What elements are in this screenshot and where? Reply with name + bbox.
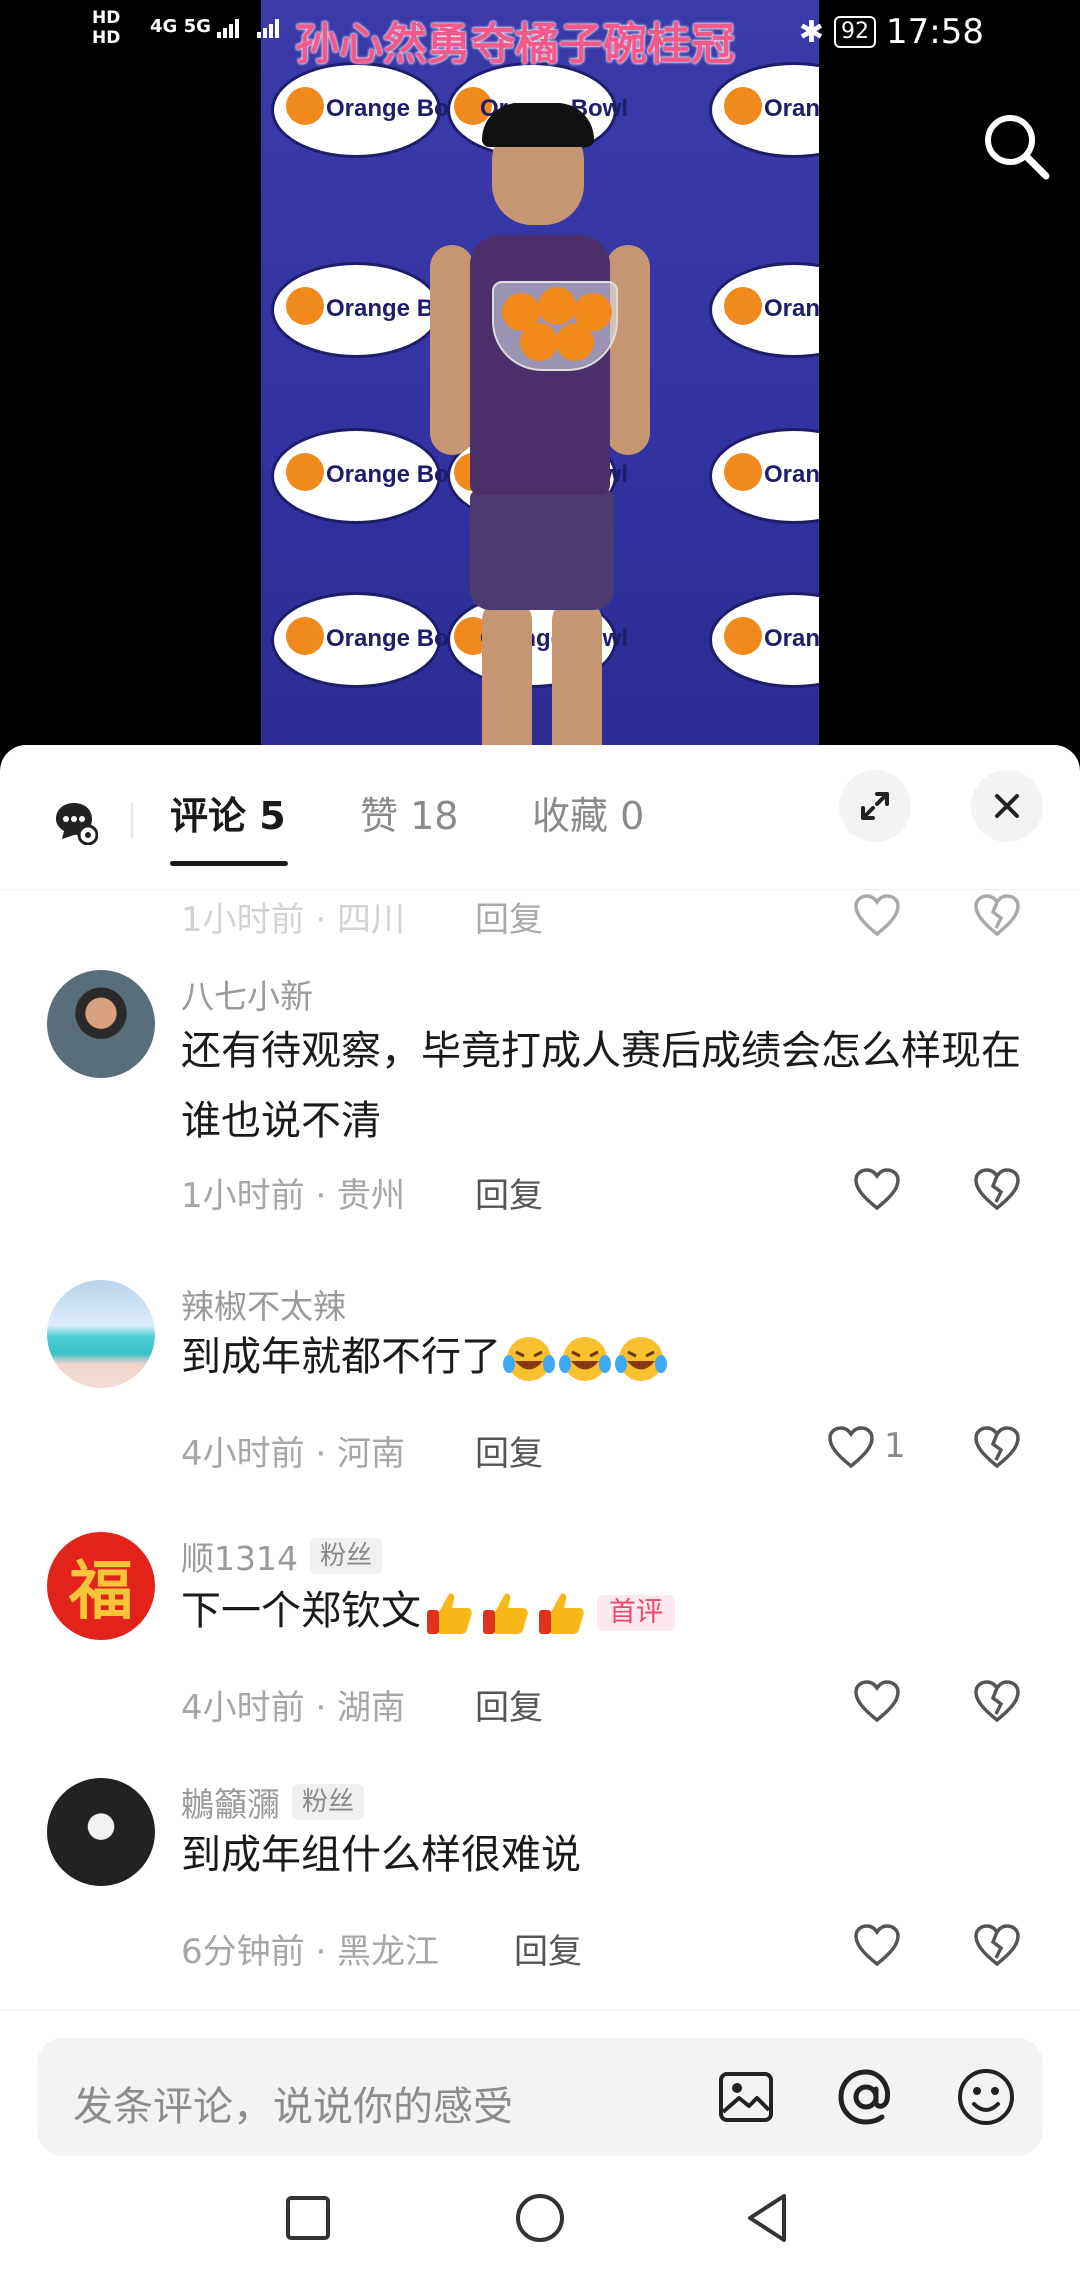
back-button[interactable] [740,2190,796,2246]
tab-likes[interactable]: 赞 18 [360,785,458,840]
expand-button[interactable] [839,770,911,842]
comment-text: 到成年组什么样很难说 [181,1832,581,1878]
orange-bowl-trophy [492,281,618,371]
status-hd-indicators: HD HD [92,8,121,48]
system-navigation-bar [0,2160,1080,2280]
image-icon[interactable] [713,2064,779,2130]
video-player[interactable]: Orange Bowl Orange Bowl Orange Bowl Oran… [0,0,1080,760]
search-icon[interactable] [982,112,1050,180]
reply-button[interactable]: 回复 [475,892,543,941]
avatar[interactable] [47,1778,155,1886]
active-tab-indicator [170,861,288,866]
comment-meta: 1小时前 · 贵州 [181,1176,406,1216]
at-icon[interactable] [833,2064,899,2130]
like-icon[interactable] [852,1166,902,1212]
comment-username[interactable]: 鶒籲瀰 粉丝 [181,1778,365,1826]
orange-bowl-logo: Orange Bowl [271,428,474,524]
bluetooth-icon: ✱ [798,14,825,50]
orange-bowl-logo: Orange Bowl [709,62,819,158]
home-button[interactable] [512,2190,568,2246]
comment-sheet-header: 评论 5 赞 18 收藏 0 [0,745,1080,890]
orange-bowl-logo: Orange Bowl [709,428,819,524]
first-comment-badge: 首评 [597,1595,675,1631]
dislike-icon[interactable] [972,1678,1022,1724]
tennis-player-figure [420,95,660,760]
fan-badge: 粉丝 [309,1538,382,1574]
close-button[interactable] [971,770,1043,842]
comment-input[interactable]: 发条评论，说说你的感受 [37,2038,1043,2156]
reply-button[interactable]: 回复 [475,1426,543,1475]
smiley-icon[interactable] [953,2064,1019,2130]
thumbs-up-emoji [539,1593,584,1634]
reply-button[interactable]: 回复 [475,1168,543,1217]
tab-favorites[interactable]: 收藏 0 [532,785,644,840]
comment-text: 还有待观察，毕竟打成人赛后成绩会怎么样现在谁也说不清 [181,1028,1021,1144]
comment-meta: 4小时前 · 河南 [181,1434,406,1474]
orange-bowl-logo: Orange Bowl [709,592,819,688]
comment-item: 鶒籲瀰 粉丝 到成年组什么样很难说 6分钟前 · 黑龙江 回复 [0,1778,1080,1978]
orange-bowl-logo: Orange Bowl [271,262,474,358]
comment-username[interactable]: 顺1314 粉丝 [181,1532,382,1580]
comment-list[interactable]: 1小时前 · 四川 回复 八七小新 还有待观察，毕竟打成人赛后成绩会怎么样现在谁… [0,890,1080,2040]
comment-meta: 1小时前 · 四川 [181,900,406,940]
comment-username[interactable]: 八七小新 [181,970,313,1018]
dislike-icon[interactable] [972,1922,1022,1968]
laugh-cry-emoji [503,1337,555,1381]
thumbs-up-emoji [427,1593,472,1634]
close-icon [995,794,1019,818]
thumbs-up-emoji [483,1593,528,1634]
orange-bowl-logo: Orange Bowl [271,62,474,158]
fan-badge: 粉丝 [292,1784,365,1820]
signal-strength-icon: 4G 5G [150,16,297,38]
comment-item: 福 顺1314 粉丝 下一个郑钦文 首评 4小时前 · 湖南 回复 [0,1532,1080,1732]
video-title-overlay: 孙心然勇夺橘子碗桂冠 [295,19,735,70]
dislike-icon[interactable] [972,892,1022,938]
comment-meta: 6分钟前 · 黑龙江 [181,1932,440,1972]
laugh-cry-emoji [559,1337,611,1381]
orange-bowl-logo: Orange Bowl [271,592,474,688]
comment-settings-icon[interactable] [50,797,98,845]
orange-bowl-logo: Orange Bowl [709,262,819,358]
clock: 17:58 [886,12,984,52]
avatar[interactable] [47,1280,155,1388]
comment-text: 下一个郑钦文 首评 [181,1576,1041,1646]
reply-button[interactable]: 回复 [514,1924,582,1973]
avatar[interactable]: 福 [47,1532,155,1640]
avatar[interactable] [47,970,155,1078]
laugh-cry-emoji [615,1337,667,1381]
like-count: 1 [884,1426,906,1466]
tab-comments[interactable]: 评论 5 [170,785,286,840]
status-right-group: ✱ 92 17:58 [799,12,984,52]
like-icon[interactable] [826,1424,876,1470]
comment-text: 到成年就都不行了 [181,1322,1041,1392]
dislike-icon[interactable] [972,1166,1022,1212]
like-icon[interactable] [852,1678,902,1724]
dislike-icon[interactable] [972,1424,1022,1470]
reply-button[interactable]: 回复 [475,1680,543,1729]
comment-item: 辣椒不太辣 到成年就都不行了 4小时前 · 河南 回复 1 [0,1280,1080,1480]
like-icon[interactable] [852,1922,902,1968]
comment-username[interactable]: 辣椒不太辣 [181,1280,346,1328]
comment-item: 1小时前 · 四川 回复 [0,890,1080,940]
comment-item: 八七小新 还有待观察，毕竟打成人赛后成绩会怎么样现在谁也说不清 1小时前 · 贵… [0,970,1080,1216]
comment-sheet: 评论 5 赞 18 收藏 0 1小时前 · 四川 回复 八七小新 还有待观察，毕… [0,745,1080,2280]
input-placeholder: 发条评论，说说你的感受 [73,2084,513,2130]
expand-icon [861,792,889,820]
comment-meta: 4小时前 · 湖南 [181,1688,406,1728]
battery-indicator: 92 [834,16,877,48]
like-icon[interactable] [852,892,902,938]
comment-input-bar: 发条评论，说说你的感受 [0,2010,1080,2160]
recent-apps-button[interactable] [280,2190,336,2246]
